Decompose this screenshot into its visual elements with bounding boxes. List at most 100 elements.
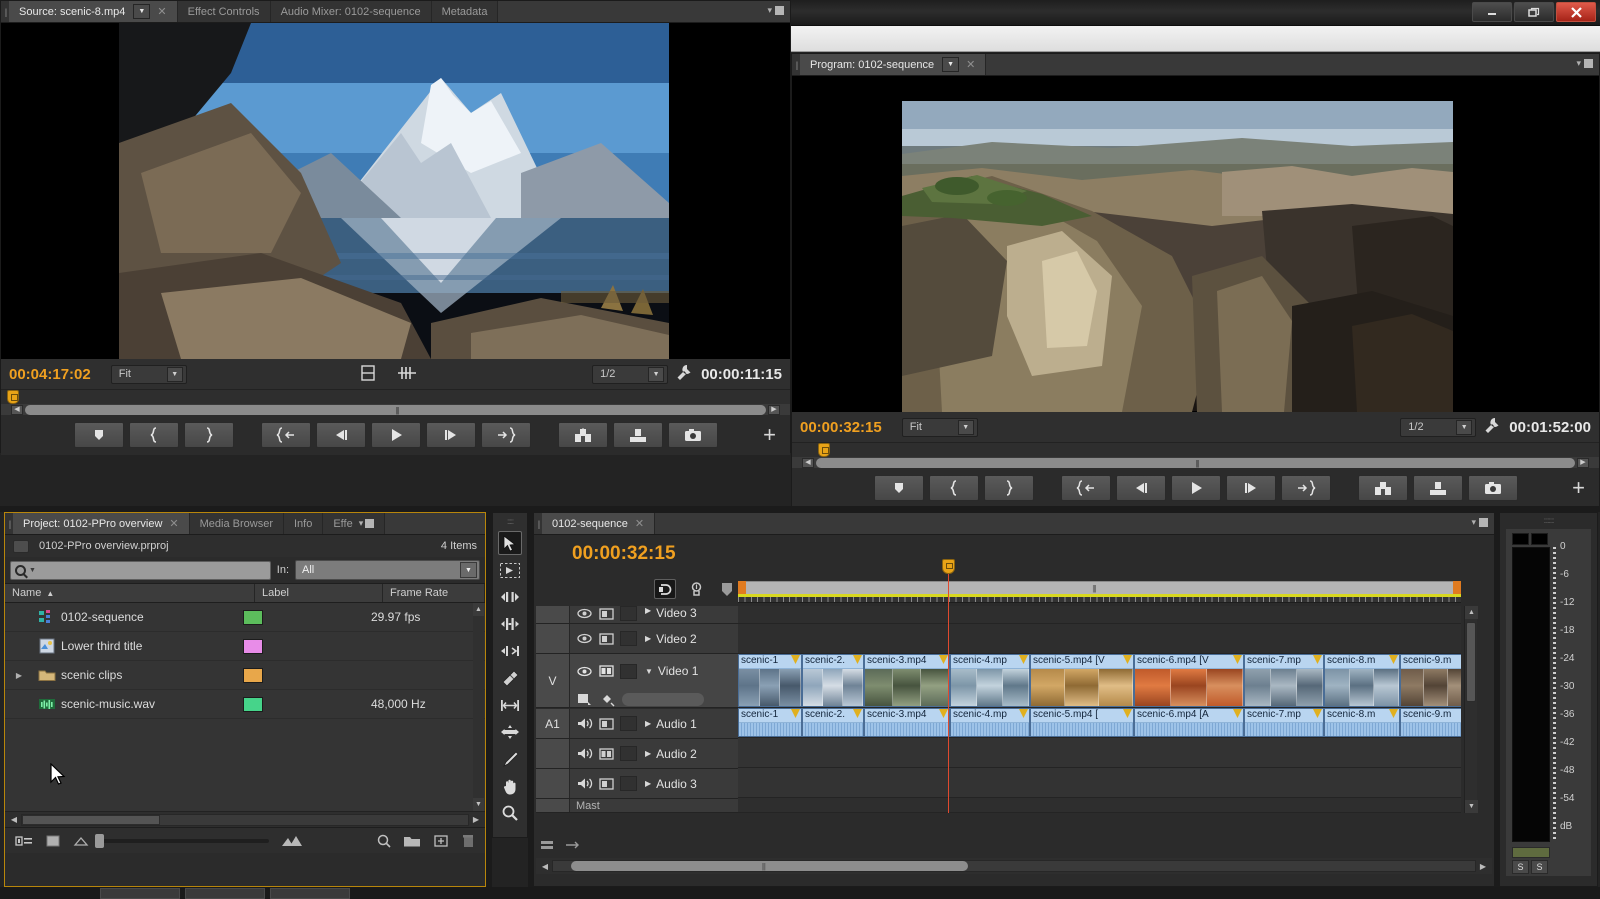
program-monitor-video[interactable]: [792, 76, 1599, 412]
timeline-playhead-handle[interactable]: [942, 559, 955, 574]
program-zoom-right-handle[interactable]: ▶: [1577, 458, 1589, 468]
speaker-icon[interactable]: [576, 776, 593, 791]
timeline-current-timecode[interactable]: 00:00:32:15: [572, 543, 676, 565]
program-quality-dropdown[interactable]: 1/2 ▼: [1400, 417, 1477, 437]
zoom-slider-knob[interactable]: [95, 833, 269, 848]
column-header-label[interactable]: Label: [255, 584, 383, 602]
razor-tool[interactable]: [498, 666, 522, 690]
panel-menu-button[interactable]: ▾: [1576, 58, 1593, 69]
timeline-audio-clip[interactable]: scenic-7.mp: [1244, 708, 1324, 737]
source-duration-timecode[interactable]: 00:00:11:15: [701, 366, 782, 383]
toggle-sync-lock-icon[interactable]: [598, 776, 615, 791]
tab-dropdown-icon[interactable]: ▼: [133, 4, 151, 19]
program-scrub-area[interactable]: ◀ ||| ▶: [792, 442, 1599, 468]
track-strip-video2[interactable]: [738, 624, 1461, 654]
scroll-left-arrow[interactable]: ◀: [538, 862, 552, 871]
track-header-master[interactable]: Mast: [536, 799, 738, 813]
timeline-audio-clip[interactable]: scenic-8.m: [1324, 708, 1400, 737]
source-fit-dropdown[interactable]: Fit ▼: [110, 364, 187, 384]
source-insert-button[interactable]: [557, 422, 608, 448]
source-quality-dropdown[interactable]: 1/2 ▼: [592, 364, 669, 384]
source-mark-out-button[interactable]: [183, 422, 234, 448]
add-marker-toggle[interactable]: [716, 579, 738, 599]
filter-in-dropdown[interactable]: All ▼: [295, 560, 480, 580]
panel-grip-icon[interactable]: ::::::::: [1500, 513, 1597, 527]
zoom-out-icon[interactable]: [73, 835, 89, 847]
program-mark-in-button[interactable]: [928, 475, 979, 501]
panel-divider-horizontal[interactable]: [0, 506, 1600, 512]
source-zoom-left-handle[interactable]: ◀: [11, 405, 23, 415]
program-button-editor-plus[interactable]: +: [1572, 477, 1585, 499]
panel-grip-icon[interactable]: ||: [792, 54, 800, 75]
program-lift-button[interactable]: [1357, 475, 1408, 501]
scroll-down-arrow[interactable]: ▼: [473, 798, 484, 811]
tab-dropdown-icon[interactable]: ▼: [942, 57, 960, 72]
minimize-button[interactable]: [1472, 2, 1512, 22]
scroll-left-arrow[interactable]: ◀: [7, 815, 21, 824]
panel-grip-icon[interactable]: ||: [1, 1, 9, 22]
slip-tool[interactable]: [498, 693, 522, 717]
program-current-timecode[interactable]: 00:00:32:15: [800, 419, 882, 436]
timeline-video-clip[interactable]: scenic-4.mp: [950, 654, 1030, 707]
scroll-up-arrow[interactable]: ▲: [473, 603, 484, 616]
snap-toggle[interactable]: [654, 579, 676, 599]
chevron-right-icon[interactable]: ▶: [645, 779, 651, 788]
tab-effect-controls[interactable]: Effect Controls: [177, 1, 271, 22]
eye-icon[interactable]: [576, 606, 593, 621]
track-strip-video1[interactable]: scenic-1 scenic-2. scenic-3.mp4 scenic-4.mp…: [738, 654, 1461, 708]
source-go-to-out-button[interactable]: [480, 422, 531, 448]
panel-menu-button[interactable]: ▾: [767, 5, 784, 16]
timeline-work-area-bar[interactable]: |||: [738, 581, 1461, 594]
track-lock-toggle[interactable]: [620, 606, 637, 621]
program-add-marker-button[interactable]: [873, 475, 924, 501]
audio-meter-body[interactable]: 0 -6 -12 -18 -24 -30 -36 -42 -48 -54 dB …: [1506, 529, 1591, 876]
toggle-sync-lock-icon[interactable]: [598, 716, 615, 731]
timeline-video-clip[interactable]: scenic-3.mp4: [864, 654, 950, 707]
item-label-color[interactable]: [235, 638, 363, 654]
toggle-sync-lock-icon[interactable]: [598, 664, 615, 679]
keyframe-track-pill[interactable]: [622, 693, 704, 706]
track-select-tool[interactable]: [498, 558, 522, 582]
work-area-start-handle[interactable]: [738, 581, 746, 594]
solo-button-left[interactable]: S: [1512, 860, 1529, 874]
chevron-down-icon[interactable]: ▼: [645, 667, 653, 676]
multi-camera-icon[interactable]: [397, 365, 417, 384]
panel-grip-icon[interactable]: ||: [534, 513, 542, 534]
tab-close-icon[interactable]: ✕: [157, 5, 166, 18]
source-scrub-area[interactable]: ◀ ||| ▶: [1, 389, 790, 415]
timeline-audio-clip[interactable]: scenic-2.: [802, 708, 864, 737]
scroll-down-arrow[interactable]: ▼: [1465, 800, 1478, 813]
ripple-edit-tool[interactable]: [498, 585, 522, 609]
program-export-frame-button[interactable]: [1467, 475, 1518, 501]
program-go-to-out-button[interactable]: [1280, 475, 1331, 501]
track-strip-audio1[interactable]: scenic-1 scenic-2. scenic-3.mp4 scenic-4.mp…: [738, 708, 1461, 738]
chevron-right-icon[interactable]: ▶: [645, 606, 651, 615]
source-step-back-button[interactable]: [315, 422, 366, 448]
clip-indicator-right[interactable]: [1531, 533, 1548, 545]
track-lock-toggle[interactable]: [620, 776, 637, 791]
panel-grip-icon[interactable]: ||: [5, 513, 13, 534]
panel-divider-vertical-2[interactable]: [528, 512, 533, 887]
track-lock-toggle[interactable]: [620, 631, 637, 646]
track-header-audio2[interactable]: ▶ Audio 2: [536, 739, 738, 769]
track-source-indicator[interactable]: [536, 606, 570, 623]
timeline-horizontal-scrollbar[interactable]: ◀ ||| ▶: [536, 858, 1492, 874]
timeline-audio-clip[interactable]: scenic-6.mp4 [A: [1134, 708, 1244, 737]
source-mark-in-button[interactable]: [128, 422, 179, 448]
source-playhead-marker[interactable]: [7, 390, 19, 404]
tab-metadata[interactable]: Metadata: [431, 1, 499, 22]
close-button[interactable]: [1556, 2, 1596, 22]
scroll-up-arrow[interactable]: ▲: [1465, 606, 1478, 619]
find-icon[interactable]: [377, 834, 391, 848]
source-step-forward-button[interactable]: [425, 422, 476, 448]
hand-tool[interactable]: [498, 774, 522, 798]
program-step-back-button[interactable]: [1115, 475, 1166, 501]
source-add-marker-button[interactable]: [73, 422, 124, 448]
tab-media-browser[interactable]: Media Browser: [189, 513, 284, 534]
timeline-video-clip[interactable]: scenic-1: [738, 654, 802, 707]
scroll-right-arrow[interactable]: ▶: [1476, 862, 1490, 871]
timeline-audio-clip[interactable]: scenic-3.mp4: [864, 708, 950, 737]
timeline-video-clip[interactable]: scenic-2.: [802, 654, 864, 707]
track-lock-toggle[interactable]: [620, 716, 637, 731]
timeline-video-clip[interactable]: scenic-8.m: [1324, 654, 1400, 707]
